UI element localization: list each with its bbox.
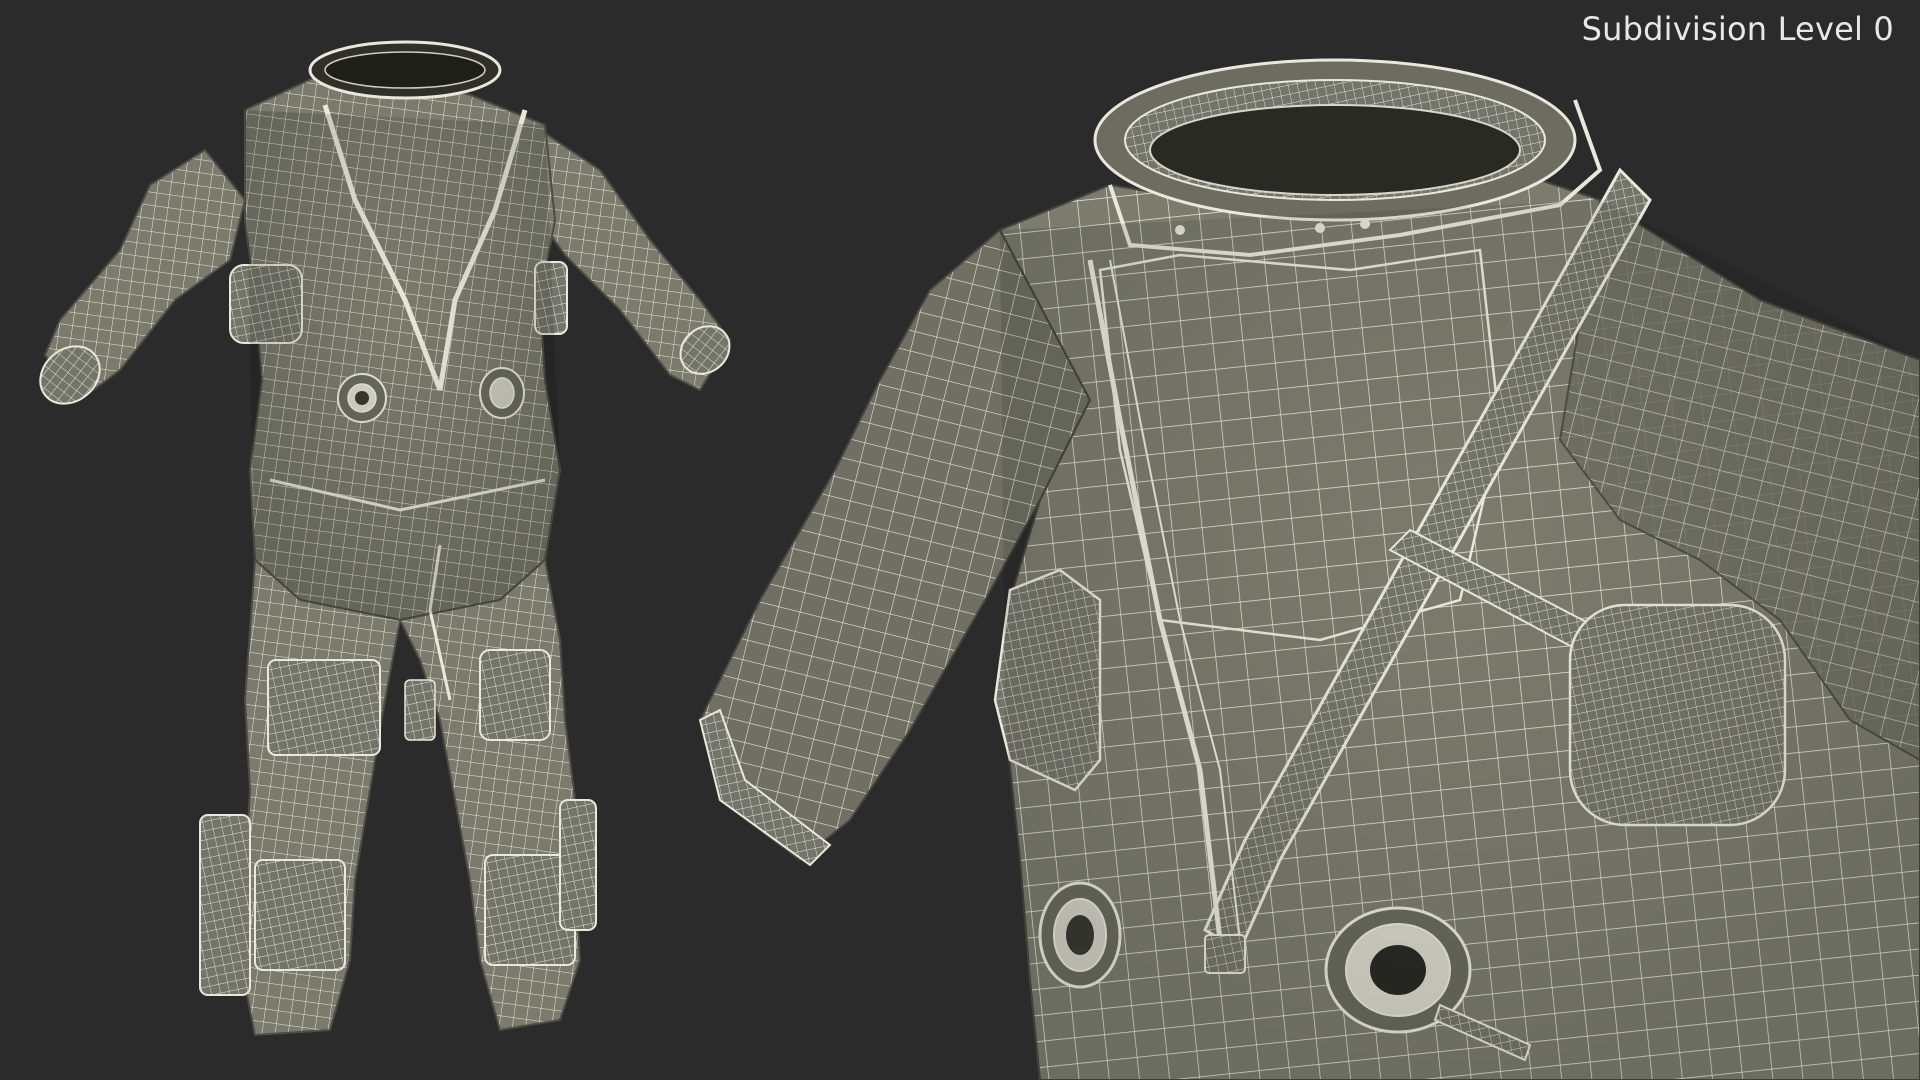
suit-left-shin-pocket — [199, 814, 251, 996]
suit-left-thigh-pocket — [267, 659, 381, 756]
wireframe-render — [39, 40, 1920, 1080]
suit-right-shin-pocket-2 — [559, 799, 597, 931]
subdivision-level-label: Subdivision Level 0 — [1581, 10, 1894, 48]
full-suit-model — [39, 40, 732, 1037]
render-viewport: Subdivision Level 0 — [0, 0, 1920, 1080]
suit-left-shin-pocket-2 — [254, 859, 346, 971]
closeup-torso-model — [698, 58, 1920, 1080]
suit-right-thigh-pocket — [479, 649, 551, 741]
